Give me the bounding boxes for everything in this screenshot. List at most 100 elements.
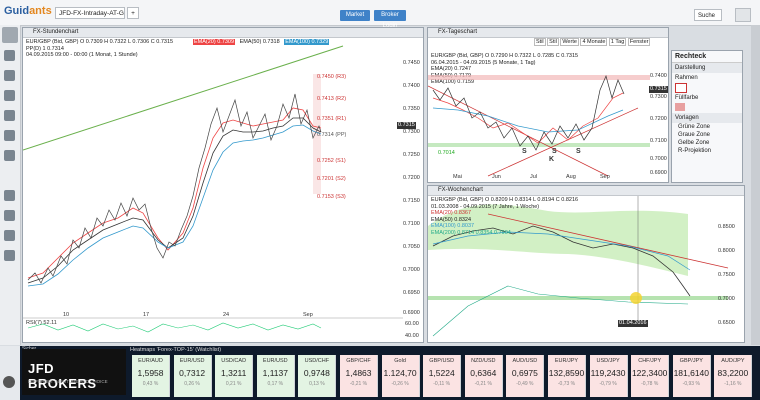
template-yellow-zone[interactable]: Gelbe Zone <box>672 139 742 147</box>
ticker-price: 83,2200 <box>717 368 749 378</box>
fill-label: Füllfarbe <box>675 95 699 101</box>
bottom-left-dock <box>0 346 20 400</box>
calendar-icon[interactable] <box>4 130 15 141</box>
tab-intraday[interactable]: JFD-FX-Intraday-AT-G-W <box>55 7 125 19</box>
properties-header: Rechteck <box>672 51 742 63</box>
ema100-line <box>27 124 322 287</box>
broker-banner[interactable]: JFD BROKERS DIFFERENT IN FUTURE AND CHOI… <box>22 349 126 395</box>
grid-icon[interactable] <box>4 230 15 241</box>
avatar[interactable] <box>2 27 18 43</box>
ema200-label: EMA(200) 0.8714 0.8354 0.7904 <box>431 229 511 236</box>
x-tick: Mai <box>453 174 462 180</box>
level-r3: 0.7450 (R3) <box>317 74 347 80</box>
rsi-tick: 40.00 <box>405 333 419 339</box>
heatmap-ticker[interactable]: USD/CHF 0,9748 0,13 % <box>298 355 337 397</box>
level-pp: 0.7314 (PP) <box>317 132 347 138</box>
heatmap-ticker[interactable]: CHF/JPY 122,3400 -0,78 % <box>631 355 670 397</box>
level-r1: 0.7351 (R1) <box>317 116 347 122</box>
price-candles <box>432 74 625 151</box>
x-tick: Jun <box>492 174 501 180</box>
level-s3: 0.7153 (S3) <box>317 194 346 200</box>
ticker-change: -0,79 % <box>599 381 617 387</box>
heatmap-ticker[interactable]: USD/JPY 119,2430 -0,79 % <box>589 355 628 397</box>
y-tick: 0.6500 <box>718 320 735 326</box>
fill-color-swatch[interactable] <box>675 103 685 111</box>
heatmap-ticker[interactable]: NZD/USD 0,6364 -0,21 % <box>464 355 503 397</box>
broker-login-button[interactable]: Broker Login <box>374 10 406 29</box>
ticker-symbol: GBP/JPY <box>679 358 703 364</box>
section-display: Darstellung <box>672 63 742 73</box>
search-input[interactable]: Suche <box>694 9 722 21</box>
ticker-symbol: NZD/USD <box>471 358 496 364</box>
template-r-projection[interactable]: R-Projektion <box>672 147 742 155</box>
daily-chart-panel: FX-Tageschart Stil Stil Werte 4 Monate 1… <box>427 27 669 183</box>
trend-line[interactable] <box>23 45 344 151</box>
ticker-change: 0,26 % <box>184 381 200 387</box>
menu-icon[interactable] <box>735 8 751 22</box>
layout-icon[interactable] <box>4 50 15 61</box>
y-tick: 0.6900 <box>403 310 420 316</box>
list-icon[interactable] <box>4 190 15 201</box>
chart-icon[interactable] <box>4 70 15 81</box>
app-logo[interactable]: Guidants <box>4 5 52 17</box>
portfolio-icon[interactable] <box>4 110 15 121</box>
heatmap-ticker[interactable]: Gold 1.124,70 -0,26 % <box>381 355 420 397</box>
right-dock <box>751 25 760 345</box>
hourly-chart-svg[interactable] <box>23 28 424 343</box>
date-tag: 01.04.2016 <box>618 320 648 327</box>
market-button[interactable]: Market <box>340 10 370 21</box>
heatmap-ticker[interactable]: GBP/JPY 181,6140 -0,93 % <box>672 355 711 397</box>
y-tick: 0.8500 <box>718 224 735 230</box>
ticker-price: 0,7312 <box>179 368 206 378</box>
ticker-symbol: CHF/JPY <box>638 358 662 364</box>
y-tick: 0.7100 <box>403 221 420 227</box>
ticker-symbol: EUR/USD <box>262 358 288 364</box>
legend-ohlc: EUR/GBP (Bid, GBP) O 0.8209 H 0.8314 L 0… <box>431 197 579 203</box>
ticker-price: 0,9748 <box>303 368 330 378</box>
pattern-label-s: S <box>576 148 581 155</box>
ticker-change: -0,11 % <box>433 381 451 387</box>
support-level: 0.7014 <box>438 150 455 156</box>
ticker-price: 1,1137 <box>262 368 288 378</box>
ticker-symbol: USD/CAD <box>221 358 247 364</box>
y-tick: 0.7200 <box>650 116 667 122</box>
y-tick: 0.8000 <box>718 248 735 254</box>
template-green-zone[interactable]: Grüne Zone <box>672 123 742 131</box>
ticker-price: 1,3211 <box>221 368 247 378</box>
ticker-change: 0,43 % <box>142 381 159 387</box>
add-tab-icon[interactable]: + <box>127 7 139 19</box>
news-icon[interactable] <box>4 90 15 101</box>
y-tick: 0.7050 <box>403 244 420 250</box>
template-grey-zone[interactable]: Graue Zone <box>672 131 742 139</box>
x-tick: 24 <box>223 312 230 318</box>
tools-icon[interactable] <box>4 250 15 261</box>
gauge-icon[interactable] <box>4 150 15 161</box>
close-icon[interactable] <box>3 376 15 388</box>
heatmap-ticker[interactable]: GBP/CHF 1,4863 -0,21 % <box>340 355 378 397</box>
heatmap-ticker[interactable]: AUD/JPY 83,2200 -1,16 % <box>714 355 753 397</box>
heatmap-ticker[interactable]: EUR/USD 0,7312 0,26 % <box>173 355 212 397</box>
heatmap-ticker[interactable]: GBP/USD 1,5224 -0,11 % <box>423 355 462 397</box>
heatmap-ticker[interactable]: EUR/USD 1,1137 0,17 % <box>256 355 295 397</box>
ticker-change: -0,21 % <box>349 381 368 387</box>
hourly-chart-panel: FX-Stundenchart EUR/GBP (Bid, GBP) O 0.7… <box>22 27 424 343</box>
bell-icon[interactable] <box>4 210 15 221</box>
y-tick: 0.7500 <box>718 272 735 278</box>
border-color-swatch[interactable] <box>675 83 687 93</box>
y-tick: 0.7300 <box>403 129 420 135</box>
broker-tagline: DIFFERENT IN FUTURE AND CHOICE <box>28 379 108 384</box>
ticker-symbol: AUD/USD <box>512 358 538 364</box>
heatmap-ticker[interactable]: EUR/AUD 1,5958 0,43 % <box>132 355 170 397</box>
heatmap-ticker[interactable]: EUR/JPY 132,8590 -0,73 % <box>548 355 586 397</box>
level-r2: 0.7413 (R2) <box>317 96 347 102</box>
level-s1: 0.7252 (S1) <box>317 158 346 164</box>
y-tick: 0.7000 <box>403 267 420 273</box>
properties-panel: Rechteck Darstellung Rahmen Füllfarbe Vo… <box>671 50 743 183</box>
ticker-price: 1,4863 <box>345 368 372 378</box>
y-tick: 0.7450 <box>403 60 420 66</box>
uptrend-line[interactable] <box>487 107 639 177</box>
heatmap-ticker[interactable]: USD/CAD 1,3211 0,21 % <box>215 355 254 397</box>
heatmap-ticker[interactable]: AUD/USD 0,6975 -0,49 % <box>506 355 545 397</box>
pattern-label-s: S <box>552 148 557 155</box>
ticker-symbol: USD/CHF <box>304 358 330 364</box>
